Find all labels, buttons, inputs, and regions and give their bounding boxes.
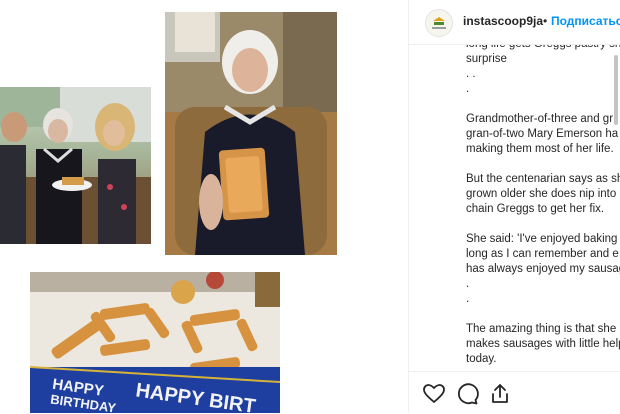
caption: long life gets Greggs pastry shsurprise.… — [409, 45, 620, 371]
post-media[interactable]: HAPPY BIRTHDAY HAPPY BIRT — [0, 0, 408, 413]
caption-scrollbar[interactable] — [613, 45, 619, 371]
caption-line: . — [466, 293, 470, 305]
caption-line: chain Greggs to get her fix. — [466, 203, 605, 215]
share-icon[interactable] — [488, 382, 512, 406]
caption-line: long as I can remember and e — [466, 248, 619, 260]
caption-line: has always enjoyed my sausag — [466, 263, 620, 275]
caption-line: making them most of her life. — [466, 143, 614, 155]
caption-line: surprise — [466, 53, 507, 65]
caption-paragraph: She said: 'I've enjoyed baking long as I … — [466, 232, 620, 307]
caption-line: The amazing thing is that she — [466, 323, 617, 335]
sausage-rolls-photo: HAPPY BIRTHDAY HAPPY BIRT — [30, 272, 280, 413]
caption-line: makes sausages with little help — [466, 338, 620, 350]
heart-icon[interactable] — [422, 382, 446, 406]
caption-line: gran-of-two Mary Emerson ha — [466, 128, 619, 140]
action-bar — [409, 371, 620, 414]
caption-line: grown older she does nip into — [466, 188, 617, 200]
caption-line: But the centenarian says as sh — [466, 173, 620, 185]
comment-icon[interactable] — [455, 382, 479, 406]
caption-paragraph: long life gets Greggs pastry shsurprise.… — [466, 45, 620, 97]
pastry-photo — [165, 12, 337, 255]
post-header: instascoop9ja • Подписаться — [409, 0, 620, 45]
caption-paragraph: The amazing thing is that she makes sausa… — [466, 322, 620, 367]
caption-line: . — [466, 83, 470, 95]
scroll-thumb[interactable] — [614, 55, 618, 125]
caption-text: long life gets Greggs pastry shsurprise.… — [466, 45, 620, 371]
separator-dot: • — [543, 14, 548, 28]
caption-line: today. — [466, 353, 497, 365]
username-link[interactable]: instascoop9ja — [463, 14, 543, 28]
follow-button[interactable]: Подписаться — [551, 14, 620, 28]
avatar[interactable] — [425, 9, 453, 37]
family-photo — [0, 87, 151, 244]
caption-paragraph: Grandmother-of-three and gr gran-of-two M… — [466, 112, 620, 157]
caption-line: She said: 'I've enjoyed baking — [466, 233, 618, 245]
post-sidebar: instascoop9ja • Подписаться long life ge… — [408, 0, 620, 413]
caption-line: Grandmother-of-three and gr — [466, 113, 614, 125]
caption-line: . — [466, 278, 470, 290]
caption-line: . . — [466, 68, 476, 80]
caption-line: long life gets Greggs pastry sh — [466, 45, 620, 52]
caption-paragraph: But the centenarian says as sh grown olde… — [466, 172, 620, 217]
